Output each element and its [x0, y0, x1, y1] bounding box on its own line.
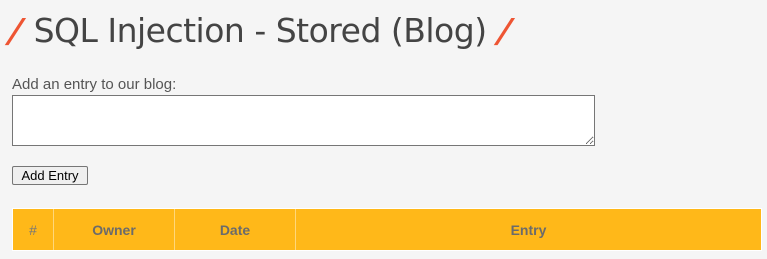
entry-prompt-label: Add an entry to our blog: — [12, 76, 177, 93]
column-header-date: Date — [175, 209, 296, 250]
page: / SQL Injection - Stored (Blog) / Add an… — [0, 0, 767, 259]
column-header-entry: Entry — [510, 221, 547, 238]
column-header-number: # — [13, 209, 54, 250]
page-title: / SQL Injection - Stored (Blog) / — [7, 0, 513, 60]
page-title-text: SQL Injection - Stored (Blog) — [33, 10, 488, 50]
title-slash-left: / — [7, 10, 25, 50]
blog-entry-textarea[interactable] — [12, 95, 595, 146]
blog-entries-table: # Owner Date Entry — [12, 208, 762, 251]
column-header-owner: Owner — [54, 209, 175, 250]
add-entry-button[interactable]: Add Entry — [12, 166, 88, 185]
title-slash-right: / — [495, 10, 513, 50]
